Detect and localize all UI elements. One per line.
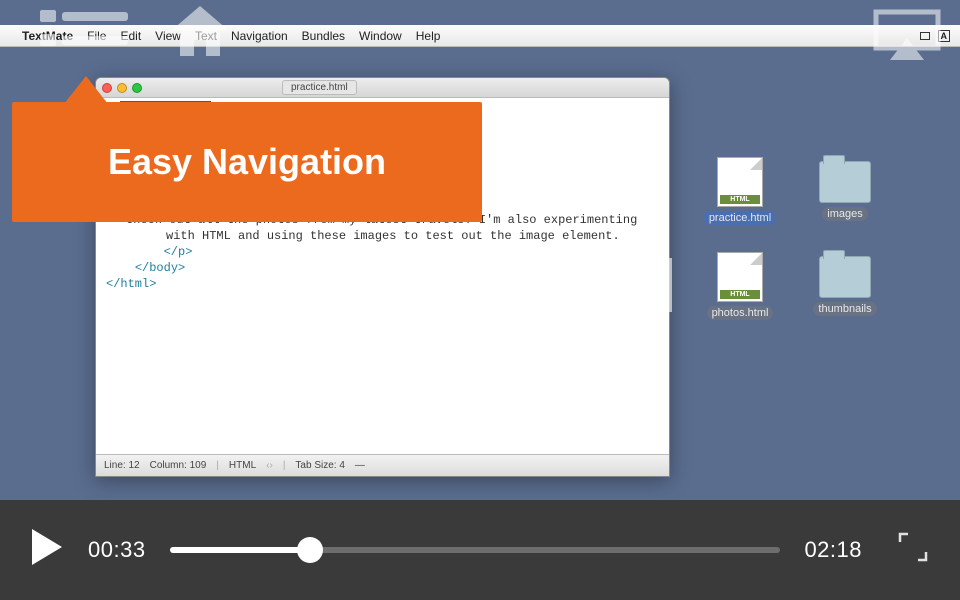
menu-window[interactable]: Window xyxy=(359,29,402,43)
status-tabsize[interactable]: Tab Size: 4 xyxy=(295,460,344,471)
menu-bundles[interactable]: Bundles xyxy=(302,29,345,43)
status-line: Line: 12 xyxy=(104,460,140,471)
editor-tab[interactable]: practice.html xyxy=(282,80,357,95)
scrubber[interactable] xyxy=(170,547,781,553)
editor-titlebar[interactable]: practice.html xyxy=(96,78,669,98)
desktop-folder-images[interactable]: images xyxy=(805,157,885,221)
menu-help[interactable]: Help xyxy=(416,29,441,43)
desktop-file-photos[interactable]: HTML photos.html xyxy=(700,252,780,320)
html-file-icon: HTML xyxy=(717,252,763,302)
time-current: 00:33 xyxy=(88,537,146,563)
menu-navigation[interactable]: Navigation xyxy=(231,29,288,43)
desktop-file-practice[interactable]: HTML practice.html xyxy=(700,157,780,225)
skip-back-icon[interactable] xyxy=(288,250,378,325)
desktop-folder-thumbnails[interactable]: thumbnails xyxy=(805,252,885,316)
video-center-controls xyxy=(288,240,672,335)
file-label: photos.html xyxy=(707,306,774,320)
overlay-home-icon[interactable] xyxy=(170,6,230,63)
folder-label: thumbnails xyxy=(813,302,876,316)
play-button[interactable] xyxy=(30,527,64,573)
status-column: Column: 109 xyxy=(150,460,207,471)
scrubber-thumb[interactable] xyxy=(297,537,323,563)
editor-statusbar: Line: 12 Column: 109 | HTML ‹› | Tab Siz… xyxy=(96,454,669,476)
player-bar: 00:33 02:18 xyxy=(0,500,960,600)
status-language[interactable]: HTML xyxy=(229,460,256,471)
file-label: practice.html xyxy=(704,211,776,225)
html-file-icon: HTML xyxy=(717,157,763,207)
overlay-list-icon[interactable] xyxy=(40,6,130,63)
play-center-icon[interactable] xyxy=(438,240,522,335)
callout-tooltip: Easy Navigation xyxy=(12,102,482,222)
folder-icon xyxy=(819,161,871,203)
skip-forward-icon[interactable] xyxy=(582,250,672,325)
window-minimize-icon[interactable] xyxy=(117,83,127,93)
scrubber-fill xyxy=(170,547,311,553)
folder-icon xyxy=(819,256,871,298)
time-duration: 02:18 xyxy=(804,537,862,563)
window-zoom-icon[interactable] xyxy=(132,83,142,93)
fullscreen-button[interactable] xyxy=(896,530,930,570)
folder-label: images xyxy=(822,207,867,221)
callout-text: Easy Navigation xyxy=(108,141,386,183)
airplay-icon[interactable] xyxy=(872,8,942,69)
